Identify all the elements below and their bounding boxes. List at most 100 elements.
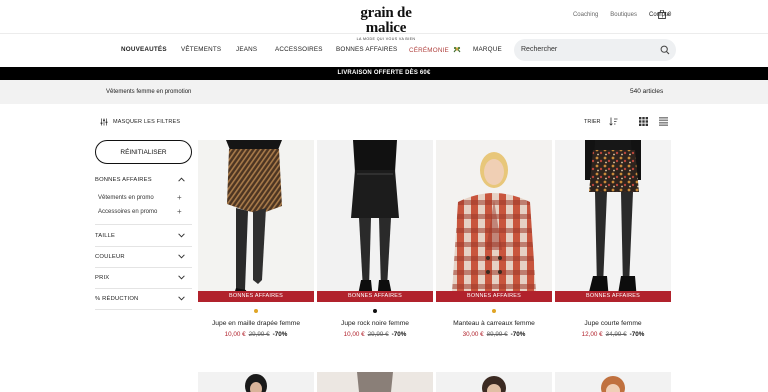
color-swatches bbox=[198, 302, 314, 320]
facet-reduction[interactable]: % RÉDUCTION bbox=[95, 289, 192, 310]
nav-accessoires[interactable]: ACCESSOIRES bbox=[275, 46, 323, 53]
search-icon[interactable] bbox=[660, 45, 670, 55]
cart-button[interactable]: 0 bbox=[658, 10, 671, 19]
color-swatch[interactable] bbox=[492, 309, 496, 313]
discount-badge: -70% bbox=[629, 331, 645, 338]
product-image[interactable] bbox=[198, 372, 314, 392]
facet-label: % RÉDUCTION bbox=[95, 296, 139, 302]
nav-ceremonie-label: CÉRÉMONIE bbox=[409, 47, 449, 54]
reset-filters-button[interactable]: RÉINITIALISER bbox=[95, 140, 192, 164]
top-header: grain de malice LA MODE QUI VOUS VA BIEN… bbox=[0, 0, 768, 41]
chevron-down-icon bbox=[178, 254, 185, 259]
promo-badge: BONNES AFFAIRES bbox=[198, 291, 314, 302]
chevron-down-icon bbox=[178, 233, 185, 238]
color-swatch[interactable] bbox=[254, 309, 258, 313]
sale-price: 10,00 € bbox=[224, 331, 246, 338]
nav-ceremonie[interactable]: CÉRÉMONIE bbox=[409, 46, 461, 54]
original-price: 29,99 € bbox=[367, 331, 389, 338]
product-prices: 10,00 €29,99 € -70% bbox=[317, 331, 433, 338]
product-image[interactable]: BONNES AFFAIRES bbox=[555, 140, 671, 302]
sale-price: 30,00 € bbox=[462, 331, 484, 338]
discount-badge: -70% bbox=[272, 331, 288, 338]
product-name[interactable]: Jupe rock noire femme bbox=[317, 320, 433, 331]
promo-badge: BONNES AFFAIRES bbox=[317, 291, 433, 302]
product-name[interactable]: Manteau à carreaux femme bbox=[436, 320, 552, 331]
facet-taille[interactable]: TAILLE bbox=[95, 226, 192, 247]
boutiques-link[interactable]: Boutiques bbox=[610, 12, 637, 18]
original-price: 29,99 € bbox=[248, 331, 270, 338]
nav-nouveautes[interactable]: NOUVEAUTÉS bbox=[121, 46, 167, 53]
facet-prix[interactable]: PRIX bbox=[95, 268, 192, 289]
original-price: 89,99 € bbox=[486, 331, 508, 338]
product-photo-top bbox=[436, 372, 552, 392]
chevron-down-icon bbox=[178, 275, 185, 280]
product-name[interactable]: Jupe en maille drapée femme bbox=[198, 320, 314, 331]
nav-jeans[interactable]: JEANS bbox=[236, 46, 257, 53]
hide-filters-button[interactable]: MASQUER LES FILTRES bbox=[100, 118, 180, 126]
sale-price: 10,00 € bbox=[343, 331, 365, 338]
product-photo-top bbox=[198, 372, 314, 392]
flower-icon bbox=[453, 46, 461, 53]
product-photo-skirt-brown bbox=[198, 140, 314, 302]
search-placeholder: Rechercher bbox=[521, 46, 558, 53]
product-prices: 30,00 €89,99 € -70% bbox=[436, 331, 552, 338]
filter-vetements-en-promo[interactable]: Vêtements en promo bbox=[98, 195, 154, 201]
facet-label: PRIX bbox=[95, 275, 110, 281]
plus-icon[interactable]: + bbox=[177, 207, 182, 216]
list-view-icon[interactable] bbox=[659, 117, 668, 126]
facet-couleur[interactable]: COULEUR bbox=[95, 247, 192, 268]
product-image[interactable] bbox=[555, 372, 671, 392]
plus-icon[interactable]: + bbox=[177, 193, 182, 202]
product-photo-skirt-black bbox=[317, 140, 433, 302]
product-image[interactable] bbox=[317, 372, 433, 392]
facet-divider bbox=[95, 224, 192, 225]
product-card[interactable]: BONNES AFFAIRES Jupe courte femme 12,00 … bbox=[555, 140, 671, 338]
grid-view-icon[interactable] bbox=[639, 117, 648, 126]
sort-icon bbox=[608, 117, 617, 126]
color-swatch[interactable] bbox=[373, 309, 377, 313]
sort-button[interactable]: TRIER bbox=[584, 117, 618, 126]
nav-marque[interactable]: MARQUE bbox=[473, 46, 502, 53]
color-swatches bbox=[317, 302, 433, 320]
product-image[interactable]: BONNES AFFAIRES bbox=[317, 140, 433, 302]
product-card[interactable]: BONNES AFFAIRES Jupe rock noire femme 10… bbox=[317, 140, 433, 338]
product-image[interactable]: BONNES AFFAIRES bbox=[198, 140, 314, 302]
hide-filters-label: MASQUER LES FILTRES bbox=[113, 119, 181, 125]
product-image[interactable]: BONNES AFFAIRES bbox=[436, 140, 552, 302]
cart-count: 0 bbox=[668, 11, 672, 18]
color-swatches bbox=[436, 302, 552, 320]
product-card[interactable]: BONNES AFFAIRES Manteau à carreaux femme… bbox=[436, 140, 552, 338]
utility-links: Coaching Boutiques Compte bbox=[573, 12, 670, 18]
sale-price: 12,00 € bbox=[581, 331, 603, 338]
product-prices: 10,00 €29,99 € -70% bbox=[198, 331, 314, 338]
filter-accessoires-en-promo[interactable]: Accessoires en promo bbox=[98, 209, 157, 215]
chevron-up-icon bbox=[178, 177, 185, 182]
product-name[interactable]: Jupe courte femme bbox=[555, 320, 671, 331]
nav-vetements[interactable]: VÊTEMENTS bbox=[181, 46, 221, 53]
facet-label: COULEUR bbox=[95, 254, 125, 260]
nav-bonnes-affaires[interactable]: BONNES AFFAIRES bbox=[336, 46, 397, 53]
discount-badge: -70% bbox=[391, 331, 407, 338]
original-price: 34,99 € bbox=[605, 331, 627, 338]
discount-badge: -70% bbox=[510, 331, 526, 338]
product-photo-top bbox=[317, 372, 433, 392]
facet-label: BONNES AFFAIRES bbox=[95, 177, 152, 183]
chevron-down-icon bbox=[178, 296, 185, 301]
facet-bonnes-affaires[interactable]: BONNES AFFAIRES bbox=[95, 170, 192, 191]
product-photo-floral-skirt bbox=[555, 140, 671, 302]
color-swatches bbox=[555, 302, 671, 320]
product-image[interactable] bbox=[436, 372, 552, 392]
promo-badge: BONNES AFFAIRES bbox=[555, 291, 671, 302]
product-card[interactable]: BONNES AFFAIRES Jupe en maille drapée fe… bbox=[198, 140, 314, 338]
product-prices: 12,00 €34,99 € -70% bbox=[555, 331, 671, 338]
product-photo-top bbox=[555, 372, 671, 392]
facet-label: TAILLE bbox=[95, 233, 116, 239]
search-input[interactable]: Rechercher bbox=[514, 39, 676, 61]
category-bar: Vêtements femme en promotion 540 article… bbox=[0, 80, 768, 104]
coaching-link[interactable]: Coaching bbox=[573, 12, 598, 18]
promo-banner: LIVRAISON OFFERTE DÈS 60€ bbox=[0, 67, 768, 80]
product-photo-check-coat bbox=[436, 140, 552, 302]
filter-sliders-icon bbox=[100, 118, 108, 126]
main-nav: NOUVEAUTÉS VÊTEMENTS JEANS ACCESSOIRES B… bbox=[0, 34, 768, 67]
bag-icon bbox=[658, 10, 666, 19]
